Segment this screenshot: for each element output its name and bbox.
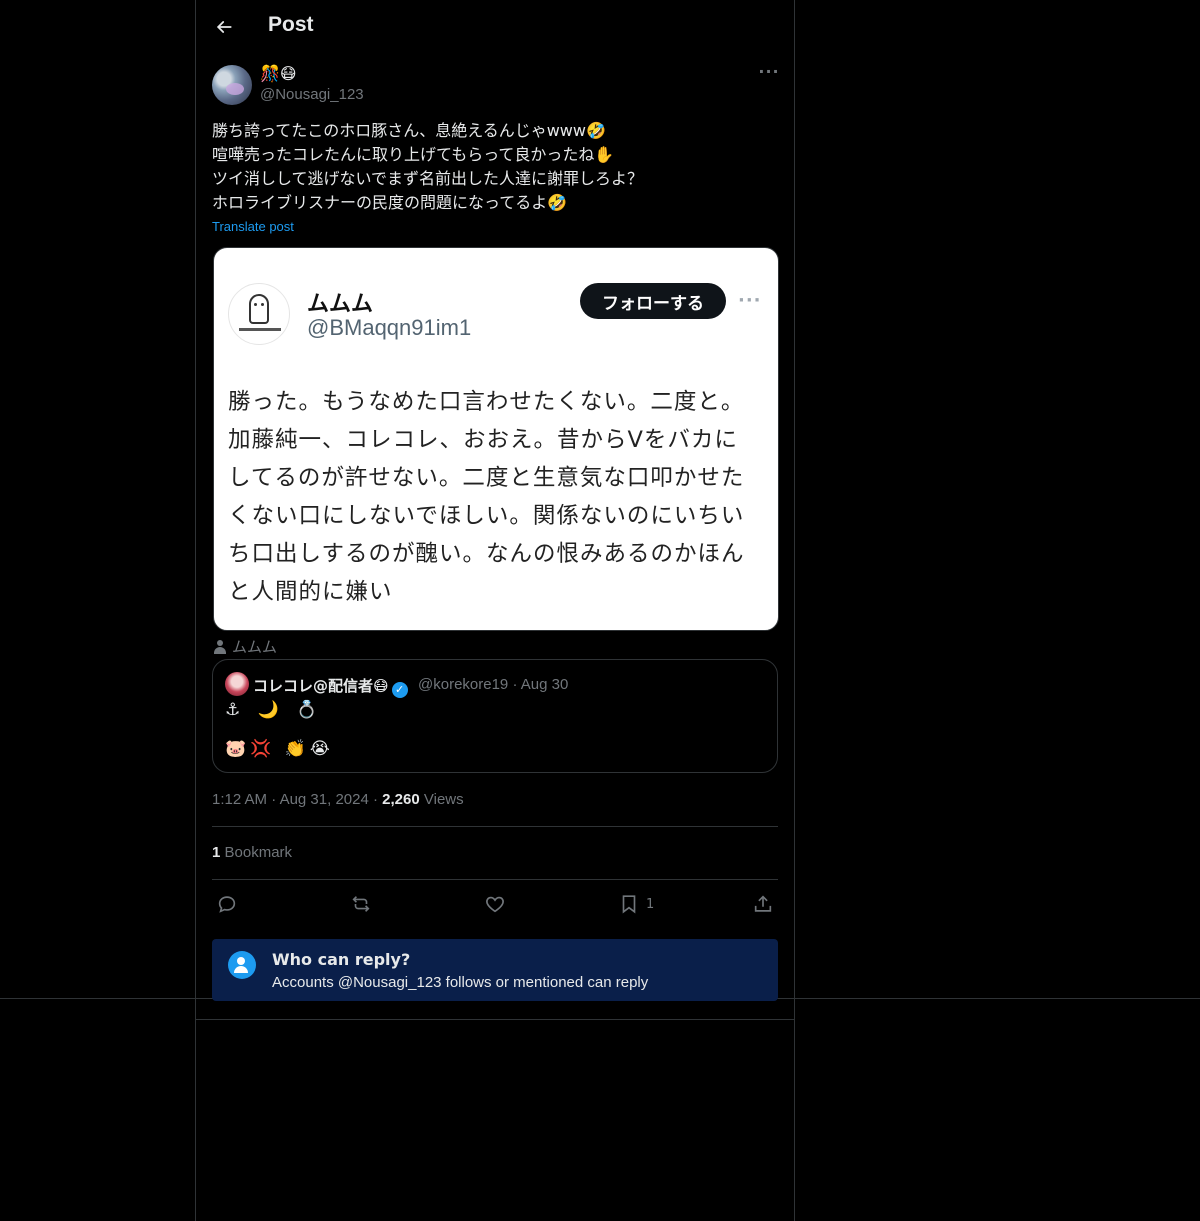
screenshot-text-line: と人間的に嫌い [228,579,393,605]
repost-button[interactable] [350,890,372,918]
who-can-reply-subtitle: Accounts @Nousagi_123 follows or mention… [272,974,649,991]
divider [212,826,778,827]
views-count: 2,260 [382,791,420,808]
quoted-handle-date: @korekore19 · Aug 30 [418,676,569,693]
post-text-line: ホロライブリスナーの民度の問題になってるよ🤣 [212,193,568,212]
image-tagged-user[interactable]: ムムム [214,636,277,657]
bookmark-action-count: 1 [646,896,655,912]
user-mention-icon [228,951,256,979]
divider [196,1019,794,1020]
post-metadata: 1:12 AM · Aug 31, 2024 · 2,260 Views [212,791,464,808]
bookmarks-stat[interactable]: 1 Bookmark [212,844,292,861]
person-icon [214,639,226,654]
screenshot-text: 勝った。もうなめた口言わせたくない。二度と。 加藤純一、コレコレ、おおえ。昔から… [228,383,768,611]
screenshot-text-line: くない口にしないでほしい。関係ないのにいちい [228,503,745,529]
back-arrow-icon[interactable] [208,11,240,43]
verified-badge-icon: ✓ [391,682,408,698]
main-column: Post 🎊😷 @Nousagi_123 ··· 勝ち誇ってたこのホロ豚さん、息… [195,0,795,1221]
screenshot-more-icon: ··· [738,290,762,311]
bookmark-label: Bookmark [224,844,293,861]
reply-button[interactable] [216,890,238,918]
views-label: Views [423,791,464,808]
like-button[interactable] [484,890,506,918]
screenshot-text-line: 加藤純一、コレコレ、おおえ。昔からVをバカに [228,427,738,453]
author-avatar[interactable] [212,65,252,105]
post-date[interactable]: Aug 31, 2024 [280,791,369,808]
share-button[interactable] [752,890,774,918]
bookmark-icon [622,895,636,914]
screenshot-follow-button: フォローする [580,283,726,319]
more-options-icon[interactable]: ··· [754,62,784,88]
reply-icon [218,896,236,913]
post-time[interactable]: 1:12 AM [212,791,267,808]
screenshot-avatar [228,283,290,345]
author-handle[interactable]: @Nousagi_123 [260,86,364,103]
author-display-name[interactable]: 🎊😷 [260,64,297,83]
bookmark-count: 1 [212,844,221,861]
repost-icon [352,896,370,912]
quoted-text-line: ⚓ 🌙 💍 [225,700,324,720]
quoted-text-line: 🐷💢 👏😭 [225,739,334,759]
quoted-post[interactable]: コレコレ@配信者😷 ✓ @korekore19 · Aug 30 ⚓ 🌙 💍 🐷💢… [212,659,778,773]
translate-post-link[interactable]: Translate post [212,219,294,234]
attached-screenshot-image[interactable]: ムムム @BMaqqn91im1 フォローする ··· 勝った。もうなめた口言わ… [213,247,779,631]
tagged-user-name: ムムム [232,638,278,656]
screenshot-handle: @BMaqqn91im1 [307,315,472,340]
page-header: Post [196,0,794,53]
divider [212,879,778,880]
screenshot-text-line: ち口出しするのが醜い。なんの恨みあるのかほん [228,541,745,567]
screenshot-text-line: 勝った。もうなめた口言わせたくない。二度と。 [228,389,745,415]
heart-icon [486,896,504,913]
share-icon [754,895,772,912]
quoted-author-name: コレコレ@配信者😷 ✓ [253,675,408,698]
page-title: Post [268,13,314,36]
screenshot-text-line: してるのが許せない。二度と生意気な口叩かせた [228,465,745,491]
who-can-reply-title: Who can reply? [272,950,411,969]
who-can-reply-banner: Who can reply? Accounts @Nousagi_123 fol… [212,939,778,1001]
quoted-author-avatar [225,672,249,696]
post-text-line: 喧嘩売ったコレたんに取り上げてもらって良かったね✋ [212,145,615,164]
bookmark-button[interactable]: 1 [618,890,654,918]
post-text-line: ツイ消しして逃げないでまず名前出した人達に謝罪しろよ？ [212,169,644,188]
quoted-author-name-text: コレコレ@配信者😷 [253,677,389,695]
screenshot-name: ムムム [307,292,374,317]
post-text: 勝ち誇ってたこのホロ豚さん、息絶えるんじゃwww🤣 喧嘩売ったコレたんに取り上げ… [212,119,778,215]
post-text-line: 勝ち誇ってたこのホロ豚さん、息絶えるんじゃwww🤣 [212,121,606,140]
